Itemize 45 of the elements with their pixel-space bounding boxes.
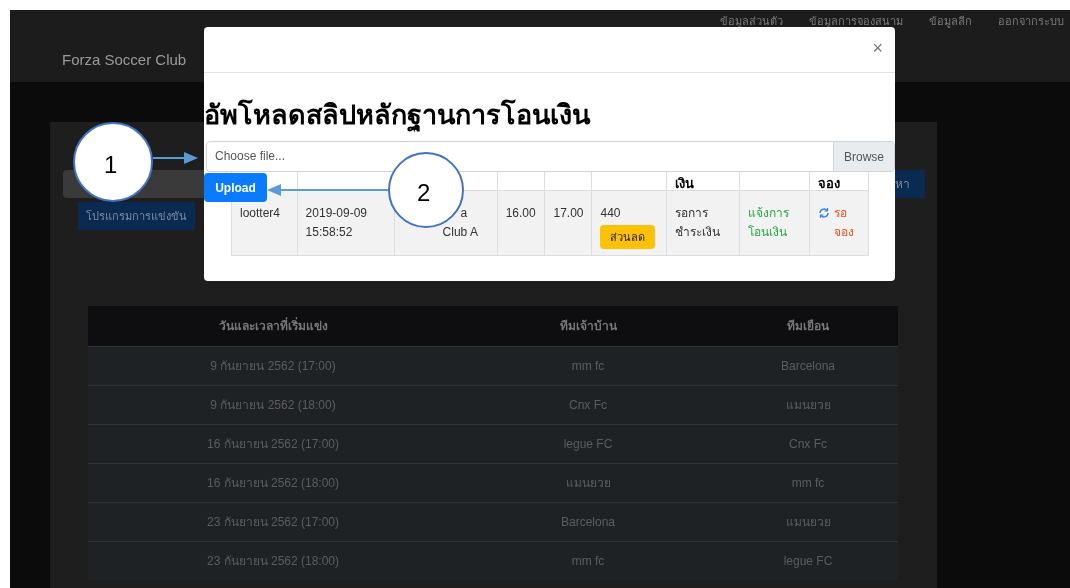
nav-link[interactable]: ข้อมูลการจองสนาม [809, 13, 903, 30]
nav-link[interactable]: ข้อมูลส่วนตัว [720, 13, 783, 30]
callout-number: 1 [104, 150, 118, 180]
table-cell: แมนยวย [785, 514, 831, 529]
callout-arrow [152, 152, 198, 164]
table-cell: 16.00 [505, 205, 536, 220]
column-header: วันและเวลาที่เริ่มแข่ง [218, 318, 328, 333]
table-cell: legue FC [563, 436, 613, 451]
table-cell: 23 กันยายน 2562 (17:00) [206, 514, 340, 529]
table-cell: 9 กันยายน 2562 (18:00) [210, 397, 336, 412]
table-cell: mm fc [571, 553, 605, 568]
table-cell: mm fc [571, 358, 605, 373]
nav-link[interactable]: ข้อมูลลีก [929, 13, 972, 30]
table-cell-text: 2019-09-09 15:58:52 [305, 204, 368, 241]
column-header: ทีมเจ้าบ้าน [559, 318, 617, 333]
column-header: จอง [817, 175, 840, 190]
table-cell: mm fc [791, 475, 825, 490]
nav-link[interactable]: ออกจากระบบ [998, 13, 1064, 30]
table-cell: Barcelona [560, 514, 615, 529]
table-cell: 9 กันยายน 2562 (17:00) [210, 358, 336, 373]
table-cell: 23 กันยายน 2562 (18:00) [206, 553, 340, 568]
table-cell: แมนยวย [785, 397, 831, 412]
table-cell: 16 กันยายน 2562 (17:00) [206, 436, 340, 451]
refresh-icon [817, 206, 830, 219]
table-cell: Barcelona [780, 358, 835, 373]
table-cell: lootter4 [240, 205, 281, 220]
table-cell: แมนยวย [565, 475, 611, 490]
column-header: เงิน [674, 175, 694, 190]
close-button[interactable]: × [872, 39, 883, 57]
table-cell: 17.00 [553, 205, 584, 220]
callout-number: 2 [417, 178, 431, 208]
column-header: ทีมเยือน [787, 318, 829, 333]
program-button[interactable]: โปรแกรมการแข่งขัน [78, 202, 195, 230]
table-cell-text: รอการชำระเงิน [674, 204, 721, 241]
upload-button[interactable]: Upload [204, 173, 267, 202]
table-cell-text: 440 [600, 204, 622, 222]
discount-badge: ส่วนลด [600, 224, 656, 249]
table-cell-text: a [460, 204, 468, 222]
booking-status: รอจอง [833, 204, 855, 241]
brand-link[interactable]: Forza Soccer Club [62, 49, 187, 72]
table-cell: Cnx Fc [789, 436, 827, 451]
table-cell-text: Club A [442, 223, 478, 241]
table-cell: 16 กันยายน 2562 (18:00) [206, 475, 340, 490]
table-cell: legue FC [783, 553, 833, 568]
table-cell: Cnx Fc [569, 397, 607, 412]
